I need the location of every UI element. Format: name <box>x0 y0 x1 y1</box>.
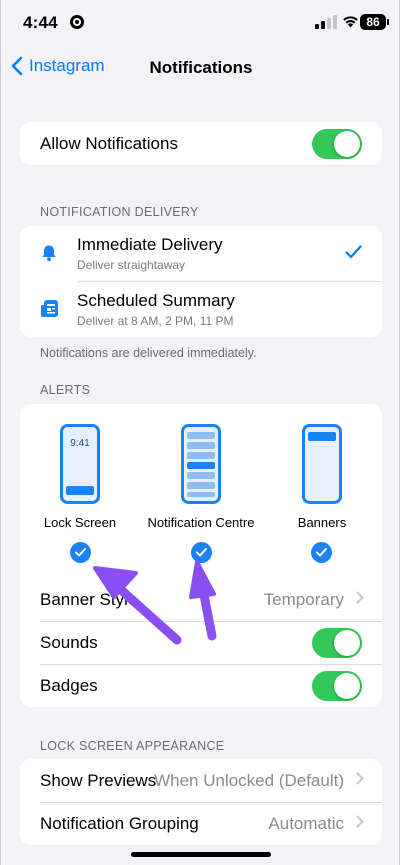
bell-icon <box>42 245 56 262</box>
chevron-right-icon <box>351 815 364 828</box>
wifi-icon <box>343 16 358 28</box>
allow-notifications-row: Allow Notifications <box>20 122 382 165</box>
location-icon <box>70 15 84 29</box>
cellular-signal-icon <box>315 15 337 29</box>
delivery-section-header: NOTIFICATION DELIVERY <box>40 205 199 219</box>
banner-style-row[interactable]: Banner Style Temporary <box>20 578 382 621</box>
delivery-footer-note: Notifications are delivered immediately. <box>40 346 257 360</box>
sounds-toggle[interactable] <box>312 628 362 658</box>
banner-style-label: Banner Style <box>40 589 138 609</box>
allow-notifications-label: Allow Notifications <box>40 133 178 153</box>
lock-screen-phone-icon: 9:41 <box>60 424 100 504</box>
delivery-option-immediate[interactable]: Immediate Delivery Deliver straightaway <box>20 226 382 281</box>
allow-notifications-card: Allow Notifications <box>20 122 382 165</box>
status-time: 4:44 <box>23 13 58 32</box>
checkmark-icon <box>75 548 86 557</box>
banners-checkbox[interactable] <box>311 542 332 563</box>
delivery-option-subtitle: Deliver at 8 AM, 2 PM, 11 PM <box>77 314 234 328</box>
notification-grouping-label: Notification Grouping <box>40 813 199 833</box>
lock-screen-checkbox[interactable] <box>70 542 91 563</box>
alert-style-label: Banners <box>297 515 347 530</box>
notification-centre-phone-icon <box>181 424 221 504</box>
alert-style-label: Lock Screen <box>43 515 117 530</box>
allow-notifications-toggle[interactable] <box>312 129 362 159</box>
delivery-option-scheduled[interactable]: Scheduled Summary Deliver at 8 AM, 2 PM,… <box>20 282 382 337</box>
delivery-option-subtitle: Deliver straightaway <box>77 258 186 272</box>
alert-style-label: Notification Centre <box>147 515 255 530</box>
sounds-label: Sounds <box>40 632 98 652</box>
home-indicator <box>131 852 271 857</box>
status-bar: 4:44 86 <box>1 0 400 48</box>
lock-screen-appearance-header: LOCK SCREEN APPEARANCE <box>40 739 225 753</box>
alerts-section-header: ALERTS <box>40 383 91 397</box>
banner-style-value: Temporary <box>263 589 344 609</box>
alert-style-banners[interactable]: Banners <box>262 424 382 563</box>
show-previews-value: When Unlocked (Default) <box>154 770 344 790</box>
alerts-card: 9:41 Lock Screen Notification Centre Ban… <box>20 404 382 707</box>
lock-screen-appearance-card: Show Previews When Unlocked (Default) No… <box>20 759 382 845</box>
battery-icon: 86 <box>360 14 389 30</box>
lock-screen-time: 9:41 <box>70 438 90 449</box>
notification-grouping-row[interactable]: Notification Grouping Automatic <box>20 802 382 845</box>
notification-centre-checkbox[interactable] <box>191 542 212 563</box>
delivery-option-title: Immediate Delivery <box>77 235 223 254</box>
summary-icon <box>41 300 58 317</box>
banners-phone-icon <box>302 424 342 504</box>
delivery-card: Immediate Delivery Deliver straightaway … <box>20 226 382 337</box>
badges-row: Badges <box>20 664 382 707</box>
navigation-bar: Instagram Notifications <box>1 48 400 88</box>
alert-style-notification-centre[interactable]: Notification Centre <box>140 424 262 563</box>
page-title: Notifications <box>149 58 253 77</box>
notification-grouping-value: Automatic <box>268 813 344 833</box>
chevron-right-icon <box>351 772 364 785</box>
checkmark-icon <box>316 548 327 557</box>
delivery-option-title: Scheduled Summary <box>77 291 235 310</box>
badges-label: Badges <box>40 675 98 695</box>
checkmark-icon <box>345 245 362 259</box>
show-previews-label: Show Previews <box>40 770 157 790</box>
badges-toggle[interactable] <box>312 671 362 701</box>
alert-style-lock-screen[interactable]: 9:41 Lock Screen <box>20 424 140 563</box>
checkmark-icon <box>196 548 207 557</box>
chevron-right-icon <box>351 591 364 604</box>
sounds-row: Sounds <box>20 621 382 664</box>
alert-styles: 9:41 Lock Screen Notification Centre Ban… <box>20 404 382 578</box>
show-previews-row[interactable]: Show Previews When Unlocked (Default) <box>20 759 382 802</box>
